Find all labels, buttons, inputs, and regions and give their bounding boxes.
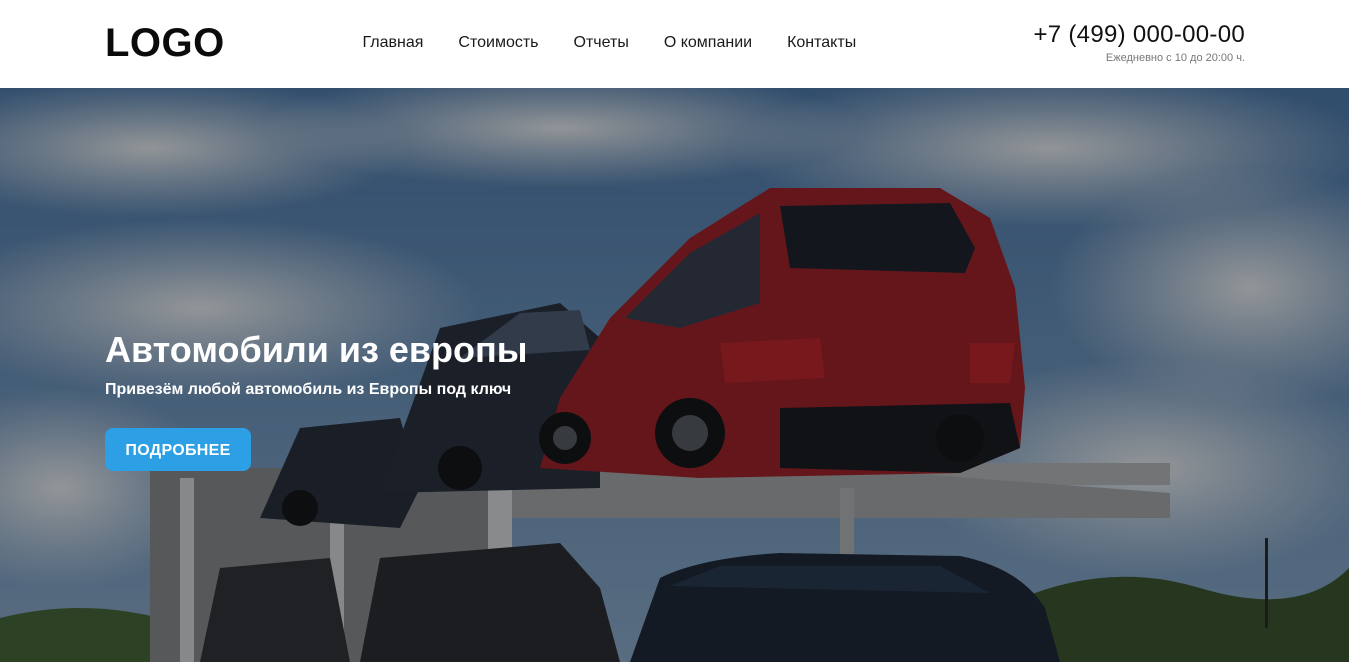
nav-item-pricing[interactable]: Стоимость (441, 32, 556, 54)
hero-title: Автомобили из европы (105, 329, 528, 370)
hero-section: Автомобили из европы Привезём любой авто… (0, 88, 1349, 662)
main-nav: Главная Стоимость Отчеты О компании Конт… (345, 32, 874, 54)
site-header: LOGO Главная Стоимость Отчеты О компании… (0, 0, 1349, 88)
details-button[interactable]: ПОДРОБНЕЕ (105, 428, 251, 471)
working-hours: Ежедневно с 10 до 20:00 ч. (1105, 52, 1245, 64)
nav-item-contacts[interactable]: Контакты (770, 32, 874, 54)
nav-item-about[interactable]: О компании (646, 32, 769, 54)
phone-number[interactable]: +7 (499) 000-00-00 (1033, 20, 1245, 50)
hero-subtitle: Привезём любой автомобиль из Европы под … (105, 381, 512, 398)
hero-overlay (0, 88, 1349, 662)
nav-item-reports[interactable]: Отчеты (556, 32, 646, 54)
nav-item-home[interactable]: Главная (345, 32, 441, 54)
contact-block: +7 (499) 000-00-00 Ежедневно с 10 до 20:… (1033, 20, 1245, 65)
logo[interactable]: LOGO (105, 20, 225, 66)
